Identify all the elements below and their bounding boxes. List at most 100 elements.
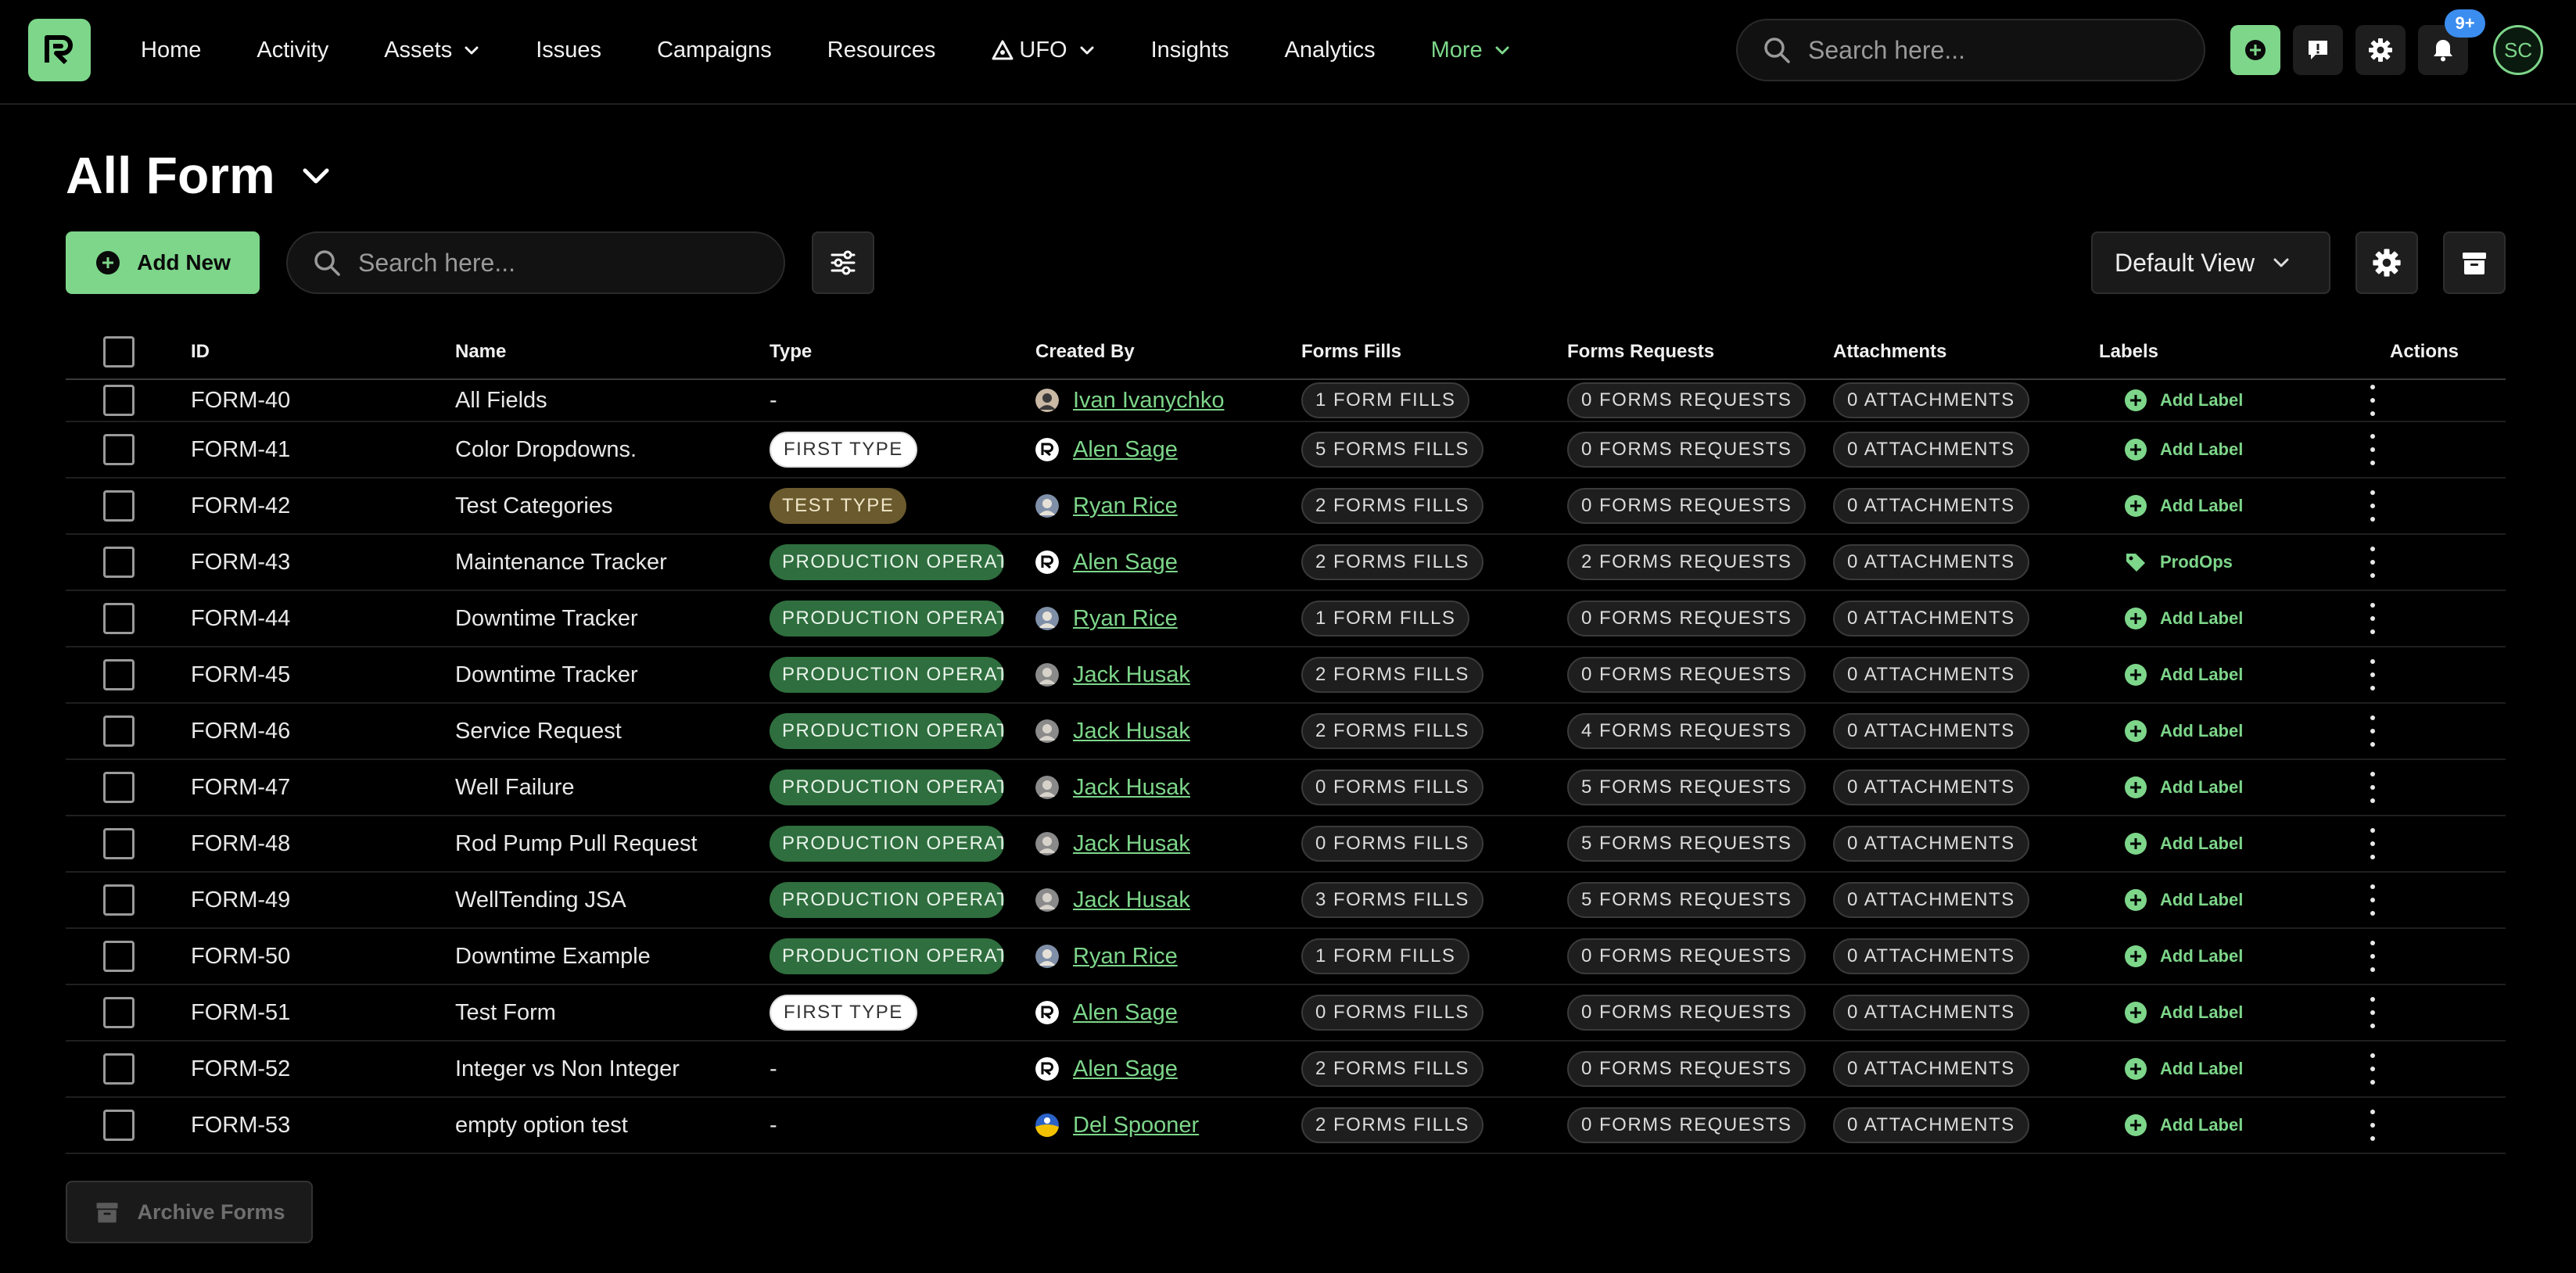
- attachments-badge[interactable]: 0 ATTACHMENTS: [1833, 938, 2029, 974]
- global-search[interactable]: [1736, 19, 2205, 81]
- row-checkbox[interactable]: [103, 385, 135, 416]
- attachments-badge[interactable]: 0 ATTACHMENTS: [1833, 432, 2029, 468]
- table-row[interactable]: FORM-53 empty option test - Del Spooner 2 FO…: [66, 1098, 2506, 1154]
- select-all-checkbox[interactable]: [103, 336, 135, 368]
- created-by[interactable]: Del Spooner: [1035, 1113, 1199, 1139]
- add-label-button[interactable]: Add Label: [2099, 719, 2243, 743]
- creator-link[interactable]: Alen Sage: [1073, 437, 1178, 463]
- forms-requests-badge[interactable]: 0 FORMS REQUESTS: [1567, 432, 1806, 468]
- attachments-badge[interactable]: 0 ATTACHMENTS: [1833, 769, 2029, 805]
- forms-fills-badge[interactable]: 1 FORM FILLS: [1301, 938, 1470, 974]
- add-label-button[interactable]: Add Label: [2099, 776, 2243, 799]
- header-id[interactable]: ID: [191, 341, 455, 363]
- header-created-by[interactable]: Created By: [1035, 341, 1301, 363]
- created-by[interactable]: Jack Husak: [1035, 831, 1190, 857]
- attachments-badge[interactable]: 0 ATTACHMENTS: [1833, 882, 2029, 918]
- row-actions-menu[interactable]: [2365, 828, 2380, 859]
- row-actions-menu[interactable]: [2365, 997, 2380, 1028]
- row-actions-menu[interactable]: [2365, 547, 2380, 578]
- table-row[interactable]: FORM-40 All Fields - Ivan Ivanychko 1 FORM F…: [66, 380, 2506, 422]
- header-name[interactable]: Name: [455, 341, 770, 363]
- add-label-button[interactable]: Add Label: [2099, 607, 2243, 630]
- form-name[interactable]: Downtime Tracker: [455, 662, 770, 688]
- add-label-button[interactable]: Add Label: [2099, 494, 2243, 518]
- creator-link[interactable]: Alen Sage: [1073, 1056, 1178, 1082]
- creator-link[interactable]: Ryan Rice: [1073, 493, 1178, 519]
- create-button[interactable]: [2230, 25, 2280, 75]
- creator-link[interactable]: Ryan Rice: [1073, 606, 1178, 632]
- forms-requests-badge[interactable]: 4 FORMS REQUESTS: [1567, 713, 1806, 749]
- row-checkbox[interactable]: [103, 941, 135, 972]
- forms-fills-badge[interactable]: 2 FORMS FILLS: [1301, 544, 1484, 580]
- row-checkbox[interactable]: [103, 997, 135, 1028]
- forms-fills-badge[interactable]: 2 FORMS FILLS: [1301, 657, 1484, 693]
- row-checkbox[interactable]: [103, 603, 135, 634]
- row-actions-menu[interactable]: [2365, 715, 2380, 747]
- row-checkbox[interactable]: [103, 1110, 135, 1141]
- forms-fills-badge[interactable]: 2 FORMS FILLS: [1301, 1107, 1484, 1143]
- global-search-input[interactable]: [1808, 35, 2183, 65]
- forms-requests-badge[interactable]: 0 FORMS REQUESTS: [1567, 995, 1806, 1031]
- row-checkbox[interactable]: [103, 828, 135, 859]
- row-actions-menu[interactable]: [2365, 385, 2380, 416]
- add-label-button[interactable]: Add Label: [2099, 663, 2243, 687]
- row-checkbox[interactable]: [103, 772, 135, 803]
- row-checkbox[interactable]: [103, 1053, 135, 1085]
- form-name[interactable]: WellTending JSA: [455, 888, 770, 913]
- table-row[interactable]: FORM-41 Color Dropdowns. FIRST TYPE Alen Sa…: [66, 422, 2506, 479]
- forms-requests-badge[interactable]: 5 FORMS REQUESTS: [1567, 826, 1806, 862]
- nav-activity[interactable]: Activity: [257, 38, 328, 63]
- created-by[interactable]: Alen Sage: [1035, 550, 1178, 576]
- forms-requests-badge[interactable]: 0 FORMS REQUESTS: [1567, 938, 1806, 974]
- creator-link[interactable]: Jack Husak: [1073, 719, 1190, 744]
- row-actions-menu[interactable]: [2365, 603, 2380, 634]
- forms-fills-badge[interactable]: 1 FORM FILLS: [1301, 601, 1470, 636]
- row-actions-menu[interactable]: [2365, 434, 2380, 465]
- label-tag[interactable]: ProdOps: [2099, 550, 2233, 574]
- nav-resources[interactable]: Resources: [827, 38, 936, 63]
- table-row[interactable]: FORM-49 WellTending JSAPRODUCTION OPERATI…: [66, 873, 2506, 929]
- forms-requests-badge[interactable]: 0 FORMS REQUESTS: [1567, 382, 1806, 418]
- forms-requests-badge[interactable]: 5 FORMS REQUESTS: [1567, 882, 1806, 918]
- table-row[interactable]: FORM-46 Service RequestPRODUCTION OPERATI…: [66, 704, 2506, 760]
- nav-insights[interactable]: Insights: [1151, 38, 1229, 63]
- feedback-button[interactable]: [2293, 25, 2343, 75]
- form-name[interactable]: Test Form: [455, 1000, 770, 1026]
- form-name[interactable]: Rod Pump Pull Request: [455, 831, 770, 857]
- attachments-badge[interactable]: 0 ATTACHMENTS: [1833, 1107, 2029, 1143]
- forms-requests-badge[interactable]: 5 FORMS REQUESTS: [1567, 769, 1806, 805]
- created-by[interactable]: Ryan Rice: [1035, 606, 1178, 632]
- row-actions-menu[interactable]: [2365, 884, 2380, 916]
- creator-link[interactable]: Jack Husak: [1073, 888, 1190, 913]
- row-checkbox[interactable]: [103, 884, 135, 916]
- creator-link[interactable]: Del Spooner: [1073, 1113, 1199, 1139]
- table-row[interactable]: FORM-50 Downtime ExamplePRODUCTION OPERAT…: [66, 929, 2506, 985]
- creator-link[interactable]: Jack Husak: [1073, 662, 1190, 688]
- row-actions-menu[interactable]: [2365, 659, 2380, 690]
- forms-fills-badge[interactable]: 5 FORMS FILLS: [1301, 432, 1484, 468]
- created-by[interactable]: Jack Husak: [1035, 888, 1190, 913]
- created-by[interactable]: Ryan Rice: [1035, 493, 1178, 519]
- form-name[interactable]: Well Failure: [455, 775, 770, 801]
- forms-fills-badge[interactable]: 2 FORMS FILLS: [1301, 1051, 1484, 1087]
- filter-button[interactable]: [812, 231, 874, 294]
- row-actions-menu[interactable]: [2365, 1110, 2380, 1141]
- form-name[interactable]: Test Categories: [455, 493, 770, 519]
- forms-fills-badge[interactable]: 3 FORMS FILLS: [1301, 882, 1484, 918]
- created-by[interactable]: Jack Husak: [1035, 775, 1190, 801]
- row-checkbox[interactable]: [103, 434, 135, 465]
- add-label-button[interactable]: Add Label: [2099, 1057, 2243, 1081]
- table-row[interactable]: FORM-43 Maintenance Tracker PRODUCTION OPE…: [66, 535, 2506, 591]
- forms-fills-badge[interactable]: 0 FORMS FILLS: [1301, 826, 1484, 862]
- forms-requests-badge[interactable]: 0 FORMS REQUESTS: [1567, 488, 1806, 524]
- header-forms-requests[interactable]: Forms Requests: [1567, 341, 1833, 363]
- form-name[interactable]: empty option test: [455, 1113, 770, 1139]
- forms-requests-badge[interactable]: 0 FORMS REQUESTS: [1567, 1051, 1806, 1087]
- created-by[interactable]: Alen Sage: [1035, 437, 1178, 463]
- forms-requests-badge[interactable]: 2 FORMS REQUESTS: [1567, 544, 1806, 580]
- form-name[interactable]: Maintenance Tracker: [455, 550, 770, 576]
- form-search-input[interactable]: [358, 248, 765, 278]
- form-name[interactable]: Downtime Tracker: [455, 606, 770, 632]
- attachments-badge[interactable]: 0 ATTACHMENTS: [1833, 713, 2029, 749]
- table-row[interactable]: FORM-48 Rod Pump Pull Request PRODUCTION O…: [66, 816, 2506, 873]
